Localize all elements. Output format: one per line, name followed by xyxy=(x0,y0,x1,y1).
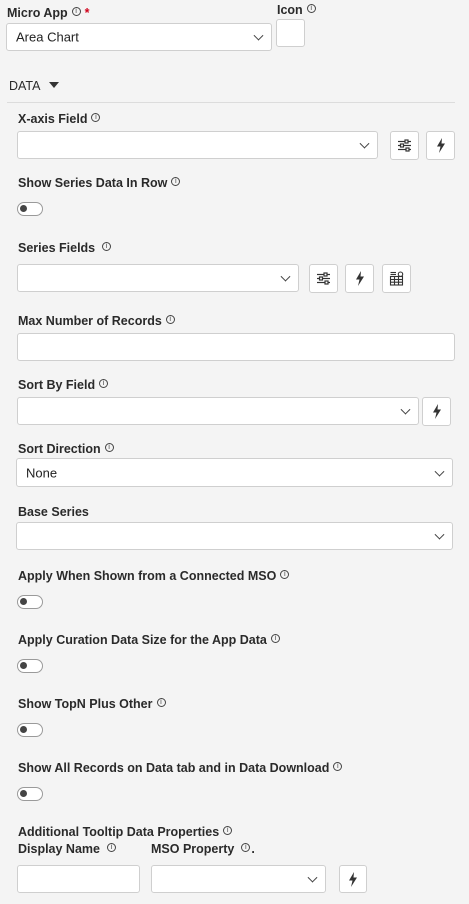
info-icon[interactable]: i xyxy=(241,843,251,852)
x-axis-action-button[interactable] xyxy=(426,131,455,160)
info-icon[interactable]: i xyxy=(223,826,233,835)
chevron-down-icon xyxy=(307,872,318,883)
display-name-label: Display Name i xyxy=(18,842,116,856)
icon-picker[interactable] xyxy=(276,19,305,47)
sliders-icon xyxy=(317,272,330,285)
tooltip-action-button[interactable] xyxy=(339,865,367,893)
sort-by-label: Sort By Field i xyxy=(18,378,109,392)
micro-app-label: Micro App i * xyxy=(7,6,90,20)
info-icon[interactable]: i xyxy=(91,113,101,122)
data-section-toggle[interactable]: DATA xyxy=(9,79,59,93)
x-axis-settings-button[interactable] xyxy=(390,131,419,160)
topn-label: Show TopN Plus Other i xyxy=(18,697,166,711)
micro-app-value: Area Chart xyxy=(16,29,79,45)
info-icon[interactable]: i xyxy=(106,843,116,852)
toggle-knob xyxy=(20,726,27,733)
sort-by-select[interactable] xyxy=(17,397,419,425)
tooltip-props-label: Additional Tooltip Data Properties i xyxy=(18,825,233,839)
mso-property-suffix: . xyxy=(251,842,255,856)
lightning-icon xyxy=(349,871,357,887)
show-series-row-toggle[interactable] xyxy=(17,202,43,216)
info-icon[interactable]: i xyxy=(306,4,316,13)
info-icon[interactable]: i xyxy=(270,634,280,643)
apply-connected-toggle[interactable] xyxy=(17,595,43,609)
apply-curation-toggle[interactable] xyxy=(17,659,43,673)
sort-by-action-button[interactable] xyxy=(422,397,451,426)
chevron-down-icon xyxy=(253,30,264,41)
toggle-knob xyxy=(20,205,27,212)
lightning-icon xyxy=(436,138,445,153)
info-icon[interactable]: i xyxy=(156,698,166,707)
sort-direction-select[interactable]: None xyxy=(16,458,453,487)
sliders-icon xyxy=(398,139,411,152)
apply-connected-label: Apply When Shown from a Connected MSO i xyxy=(18,569,290,583)
caret-down-icon xyxy=(49,82,59,88)
info-icon[interactable]: i xyxy=(104,443,114,452)
series-fields-select[interactable] xyxy=(17,264,299,292)
chevron-down-icon xyxy=(434,529,445,540)
x-axis-select[interactable] xyxy=(17,131,378,159)
max-records-input[interactable] xyxy=(17,333,455,361)
series-action-button[interactable] xyxy=(345,264,374,293)
toggle-knob xyxy=(20,662,27,669)
lightning-icon xyxy=(355,271,364,286)
info-icon[interactable]: i xyxy=(333,762,343,771)
info-icon[interactable]: i xyxy=(99,379,109,388)
sort-direction-label: Sort Direction i xyxy=(18,442,114,456)
all-records-label: Show All Records on Data tab and in Data… xyxy=(18,761,343,775)
data-section-label: DATA xyxy=(9,79,41,93)
info-icon[interactable]: i xyxy=(171,177,181,186)
base-series-label: Base Series xyxy=(18,505,89,519)
toggle-knob xyxy=(20,790,27,797)
series-settings-button[interactable] xyxy=(309,264,338,293)
info-icon[interactable]: i xyxy=(102,242,112,251)
chevron-down-icon xyxy=(434,466,445,477)
series-fields-label: Series Fields i xyxy=(18,241,112,255)
lightning-icon xyxy=(432,404,441,419)
display-name-input[interactable] xyxy=(17,865,140,893)
info-icon[interactable]: i xyxy=(71,7,81,16)
section-divider xyxy=(7,102,455,103)
info-icon[interactable]: i xyxy=(280,570,290,579)
toggle-knob xyxy=(20,598,27,605)
icon-label: Icon i xyxy=(277,3,316,17)
series-table-button[interactable] xyxy=(382,264,411,293)
x-axis-label: X-axis Field i xyxy=(18,112,101,126)
base-series-select[interactable] xyxy=(16,522,453,550)
apply-curation-label: Apply Curation Data Size for the App Dat… xyxy=(18,633,280,647)
table-settings-icon xyxy=(389,271,403,286)
info-icon[interactable]: i xyxy=(165,315,175,324)
all-records-toggle[interactable] xyxy=(17,787,43,801)
chevron-down-icon xyxy=(400,404,411,415)
chevron-down-icon xyxy=(359,138,370,149)
max-records-label: Max Number of Records i xyxy=(18,314,175,328)
chevron-down-icon xyxy=(280,271,291,282)
topn-toggle[interactable] xyxy=(17,723,43,737)
micro-app-select[interactable]: Area Chart xyxy=(6,23,272,51)
sort-direction-value: None xyxy=(26,465,58,480)
mso-property-select[interactable] xyxy=(151,865,326,893)
show-series-row-label: Show Series Data In Row i xyxy=(18,176,181,190)
mso-property-label: MSO Property i. xyxy=(151,842,255,856)
required-mark: * xyxy=(84,6,90,20)
